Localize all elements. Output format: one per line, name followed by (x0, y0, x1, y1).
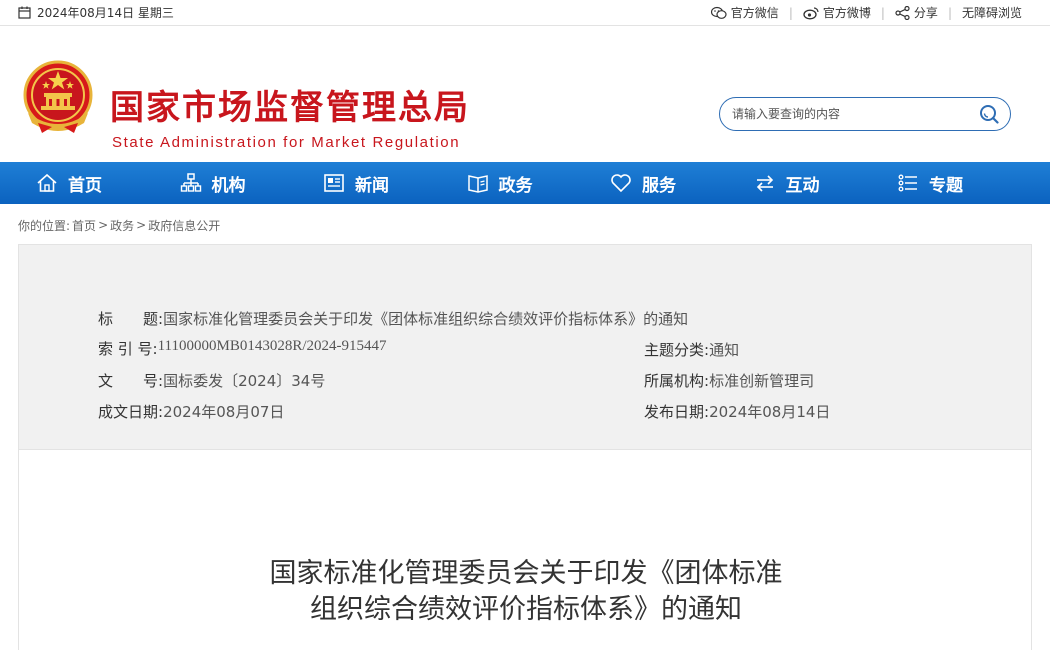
meta-topic-value: 通知 (709, 341, 740, 359)
share-label: 分享 (913, 6, 938, 20)
nav-label: 机构 (211, 175, 246, 196)
meta-published-value: 2024年08月14日 (709, 403, 831, 421)
nav-item-interaction[interactable]: 互动 (754, 171, 898, 196)
article-title-line: 国家标准化管理委员会关于印发《团体标准 (269, 558, 783, 589)
breadcrumb-home[interactable]: 首页 (72, 217, 96, 234)
meta-index-label: 索 引 号: (98, 340, 158, 358)
meta-org-value: 标准创新管理司 (709, 372, 815, 390)
article-content: 国家标准化管理委员会关于印发《团体标准 组织综合绩效评价指标体系》的通知 (18, 450, 1032, 650)
weibo-link[interactable]: 官方微博 (793, 4, 881, 21)
meta-published-row: 发布日期: 2024年08月14日 (644, 401, 830, 422)
meta-index-value: 11100000MB0143028R/2024-915447 (157, 338, 387, 354)
nav-label: 政务 (498, 175, 533, 196)
national-emblem-icon[interactable] (22, 57, 94, 137)
breadcrumb-separator: > (136, 218, 147, 232)
accessibility-label: 无障碍浏览 (961, 6, 1022, 20)
breadcrumb-separator: > (98, 218, 109, 232)
search-button[interactable] (978, 103, 1000, 125)
meta-org-row: 所属机构: 标准创新管理司 (644, 370, 814, 391)
nav-item-org[interactable]: 机构 (180, 171, 324, 196)
heart-icon (611, 174, 631, 193)
meta-doc-row: 文 号: 国标委发〔2024〕34号 (98, 370, 325, 391)
wechat-icon (710, 6, 727, 19)
weibo-icon (803, 6, 819, 19)
main-nav: 首页 机构 新闻 政务 服务 互动 专题 (0, 162, 1050, 204)
breadcrumb-disclosure[interactable]: 政府信息公开 (148, 217, 220, 234)
wechat-label: 官方微信 (730, 6, 779, 20)
meta-title-label: 标 题: (98, 310, 164, 328)
nav-item-service[interactable]: 服务 (610, 171, 754, 196)
nav-item-topics[interactable]: 专题 (897, 171, 1041, 196)
meta-title-row: 标 题: 国家标准化管理委员会关于印发《团体标准组织综合绩效评价指标体系》的通知 (98, 308, 688, 329)
document-meta-box: 标 题: 国家标准化管理委员会关于印发《团体标准组织综合绩效评价指标体系》的通知… (18, 244, 1032, 450)
site-title-cn[interactable]: 国家市场监督管理总局 (110, 86, 470, 130)
breadcrumb: 你的位置: 首页 > 政务 > 政府信息公开 (0, 204, 1050, 246)
nav-item-home[interactable]: 首页 (36, 171, 180, 196)
meta-topic-row: 主题分类: 通知 (644, 339, 739, 360)
site-header: 国家市场监督管理总局 State Administration for Mark… (0, 26, 1050, 162)
meta-written-value: 2024年08月07日 (163, 403, 285, 421)
meta-written-row: 成文日期: 2024年08月07日 (98, 401, 284, 422)
search-icon (980, 105, 999, 124)
meta-doc-label: 文 号: (98, 372, 164, 390)
meta-doc-value: 国标委发〔2024〕34号 (163, 372, 326, 390)
nav-item-news[interactable]: 新闻 (323, 171, 467, 196)
nav-label: 新闻 (355, 175, 389, 196)
meta-index-row: 索 引 号: 11100000MB0143028R/2024-915447 (98, 338, 387, 359)
date-display: 2024年08月14日 星期三 (18, 4, 174, 21)
search-input[interactable] (732, 107, 978, 121)
search-box (719, 97, 1011, 131)
book-icon (467, 175, 488, 193)
meta-org-label: 所属机构: (644, 372, 710, 390)
nav-item-affairs[interactable]: 政务 (467, 171, 611, 196)
nav-label: 首页 (68, 175, 102, 196)
meta-topic-label: 主题分类: (644, 341, 710, 359)
list-icon (898, 174, 917, 192)
news-icon (324, 174, 344, 192)
accessibility-link[interactable]: 无障碍浏览 (952, 4, 1032, 21)
top-links: 官方微信 | 官方微博 | 分享 | 无障碍浏览 (701, 4, 1032, 21)
share-link[interactable]: 分享 (885, 4, 948, 21)
breadcrumb-prefix: 你的位置: (18, 218, 71, 233)
nav-label: 互动 (785, 175, 820, 196)
top-bar: 2024年08月14日 星期三 官方微信 | 官方微博 | 分享 | 无障碍浏览 (0, 0, 1050, 26)
meta-published-label: 发布日期: (644, 403, 710, 421)
article-title: 国家标准化管理委员会关于印发《团体标准 组织综合绩效评价指标体系》的通知 (19, 556, 1033, 628)
meta-written-label: 成文日期: (98, 403, 164, 421)
org-chart-icon (180, 173, 201, 192)
site-title-en: State Administration for Market Regulati… (112, 134, 461, 151)
breadcrumb-affairs[interactable]: 政务 (110, 217, 134, 234)
date-text: 2024年08月14日 星期三 (37, 6, 174, 20)
meta-title-value: 国家标准化管理委员会关于印发《团体标准组织综合绩效评价指标体系》的通知 (163, 310, 689, 328)
nav-label: 服务 (642, 175, 676, 196)
exchange-icon (756, 175, 773, 192)
calendar-icon (18, 6, 31, 19)
nav-label: 专题 (929, 175, 963, 196)
share-icon (895, 5, 910, 20)
article-title-line: 组织综合绩效评价指标体系》的通知 (310, 594, 742, 625)
home-icon (37, 173, 57, 192)
weibo-label: 官方微博 (822, 6, 871, 20)
wechat-link[interactable]: 官方微信 (701, 4, 789, 21)
